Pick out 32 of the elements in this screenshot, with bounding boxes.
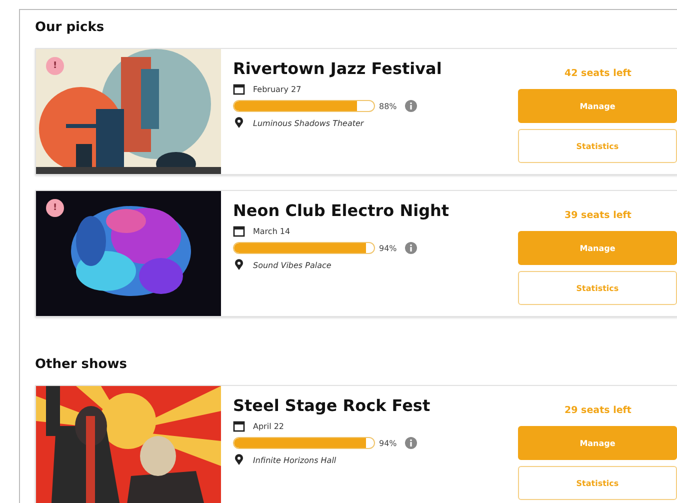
event-venue: Luminous Shadows Theater — [253, 118, 364, 128]
info-icon[interactable] — [404, 100, 417, 112]
location-pin-icon — [233, 117, 245, 129]
section-title: Our picks — [35, 20, 106, 35]
event-title: Neon Club Electro Night — [233, 201, 450, 220]
event-venue: Infinite Horizons Hall — [253, 456, 336, 464]
event-date: February 27 — [253, 84, 302, 94]
info-icon[interactable] — [404, 242, 417, 254]
calendar-icon — [233, 225, 245, 237]
seats-left: 29 seats left — [564, 405, 632, 416]
event-date: March 14 — [253, 226, 290, 236]
event-title: Rivertown Jazz Festival — [233, 59, 443, 78]
section-title: Other shows — [35, 357, 128, 372]
capacity-percent: 94% — [379, 438, 397, 448]
info-icon[interactable] — [404, 437, 417, 449]
calendar-icon — [233, 420, 245, 432]
location-pin-icon — [233, 454, 245, 466]
event-date: April 22 — [253, 422, 284, 430]
event-venue: Sound Vibes Palace — [253, 260, 332, 270]
capacity-percent: 94% — [379, 244, 397, 252]
capacity-percent: 88% — [379, 102, 397, 110]
statistics-button[interactable]: Statistics — [518, 129, 677, 163]
event-title: Steel Stage Rock Fest — [233, 396, 432, 415]
seats-left: 42 seats left — [564, 68, 632, 79]
statistics-button[interactable]: Statistics — [518, 271, 677, 305]
manage-button[interactable]: Manage — [518, 231, 677, 265]
seats-left: 39 seats left — [564, 210, 632, 221]
manage-button[interactable]: Manage — [518, 426, 677, 460]
statistics-button[interactable]: Statistics — [518, 466, 677, 500]
calendar-icon — [233, 83, 245, 95]
manage-button[interactable]: Manage — [518, 89, 677, 123]
location-pin-icon — [233, 259, 245, 271]
